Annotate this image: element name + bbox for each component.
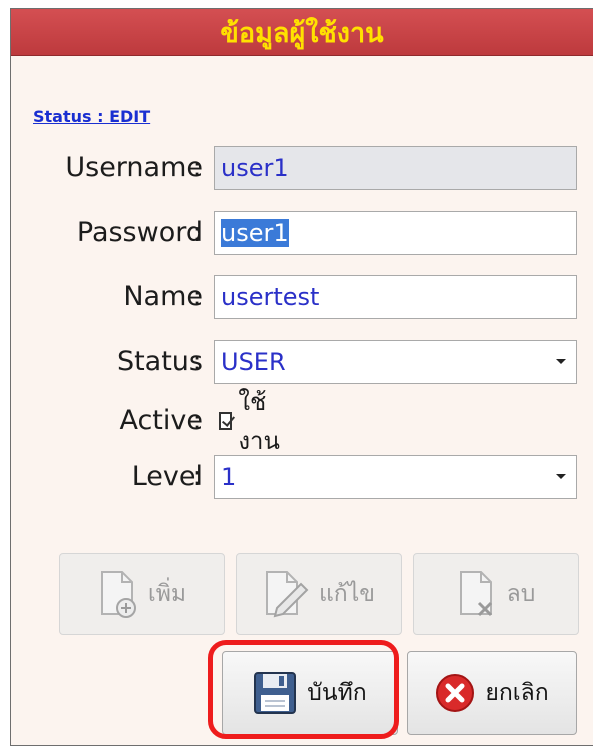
level-label: Level	[131, 461, 203, 492]
add-button[interactable]: เพิ่ม	[59, 553, 225, 635]
user-info-panel: ข้อมูลผู้ใช้งาน Status : EDIT Username :…	[10, 8, 593, 746]
status-label: Status	[116, 346, 203, 377]
password-colon: :	[192, 217, 202, 248]
chevron-down-icon[interactable]	[556, 474, 566, 479]
cancel-button[interactable]: ยกเลิก	[407, 651, 577, 735]
name-label: Name	[123, 281, 203, 312]
add-document-icon	[100, 571, 136, 618]
username-field[interactable]: user1	[214, 146, 577, 190]
active-label: Active	[119, 405, 203, 436]
edit-button[interactable]: แก้ไข	[236, 553, 402, 635]
name-colon: :	[192, 281, 202, 312]
save-highlight-ring	[208, 640, 399, 739]
status-colon: :	[192, 346, 202, 377]
delete-button-label: ลบ	[506, 581, 536, 607]
status-select-value: USER	[221, 348, 286, 376]
window-title: ข้อมูลผู้ใช้งาน	[220, 17, 384, 49]
delete-document-icon	[459, 571, 492, 617]
level-select-value: 1	[221, 463, 237, 491]
cancel-button-label: ยกเลิก	[485, 680, 549, 706]
name-field[interactable]: usertest	[214, 275, 577, 319]
edit-document-icon	[265, 571, 309, 618]
level-select[interactable]: 1	[214, 455, 577, 499]
title-bar: ข้อมูลผู้ใช้งาน	[11, 9, 593, 56]
password-label: Password	[76, 217, 203, 248]
edit-button-label: แก้ไข	[318, 581, 376, 607]
password-selected-text: user1	[221, 219, 289, 247]
status-link[interactable]: Status : EDIT	[33, 107, 150, 126]
password-field[interactable]: user1	[214, 211, 577, 255]
cancel-x-icon	[436, 674, 475, 712]
level-colon: :	[192, 461, 202, 492]
status-select[interactable]: USER	[214, 340, 577, 384]
username-colon: :	[192, 152, 202, 183]
active-checkbox-label: ใช้งาน	[238, 388, 280, 455]
chevron-down-icon[interactable]	[556, 359, 566, 364]
active-checkbox-group[interactable]: ใช้งาน	[219, 388, 285, 455]
delete-button[interactable]: ลบ	[413, 553, 579, 635]
username-label: Username	[65, 152, 203, 183]
active-colon: :	[192, 405, 202, 436]
add-button-label: เพิ่ม	[147, 581, 187, 607]
active-checkbox[interactable]	[219, 412, 233, 430]
